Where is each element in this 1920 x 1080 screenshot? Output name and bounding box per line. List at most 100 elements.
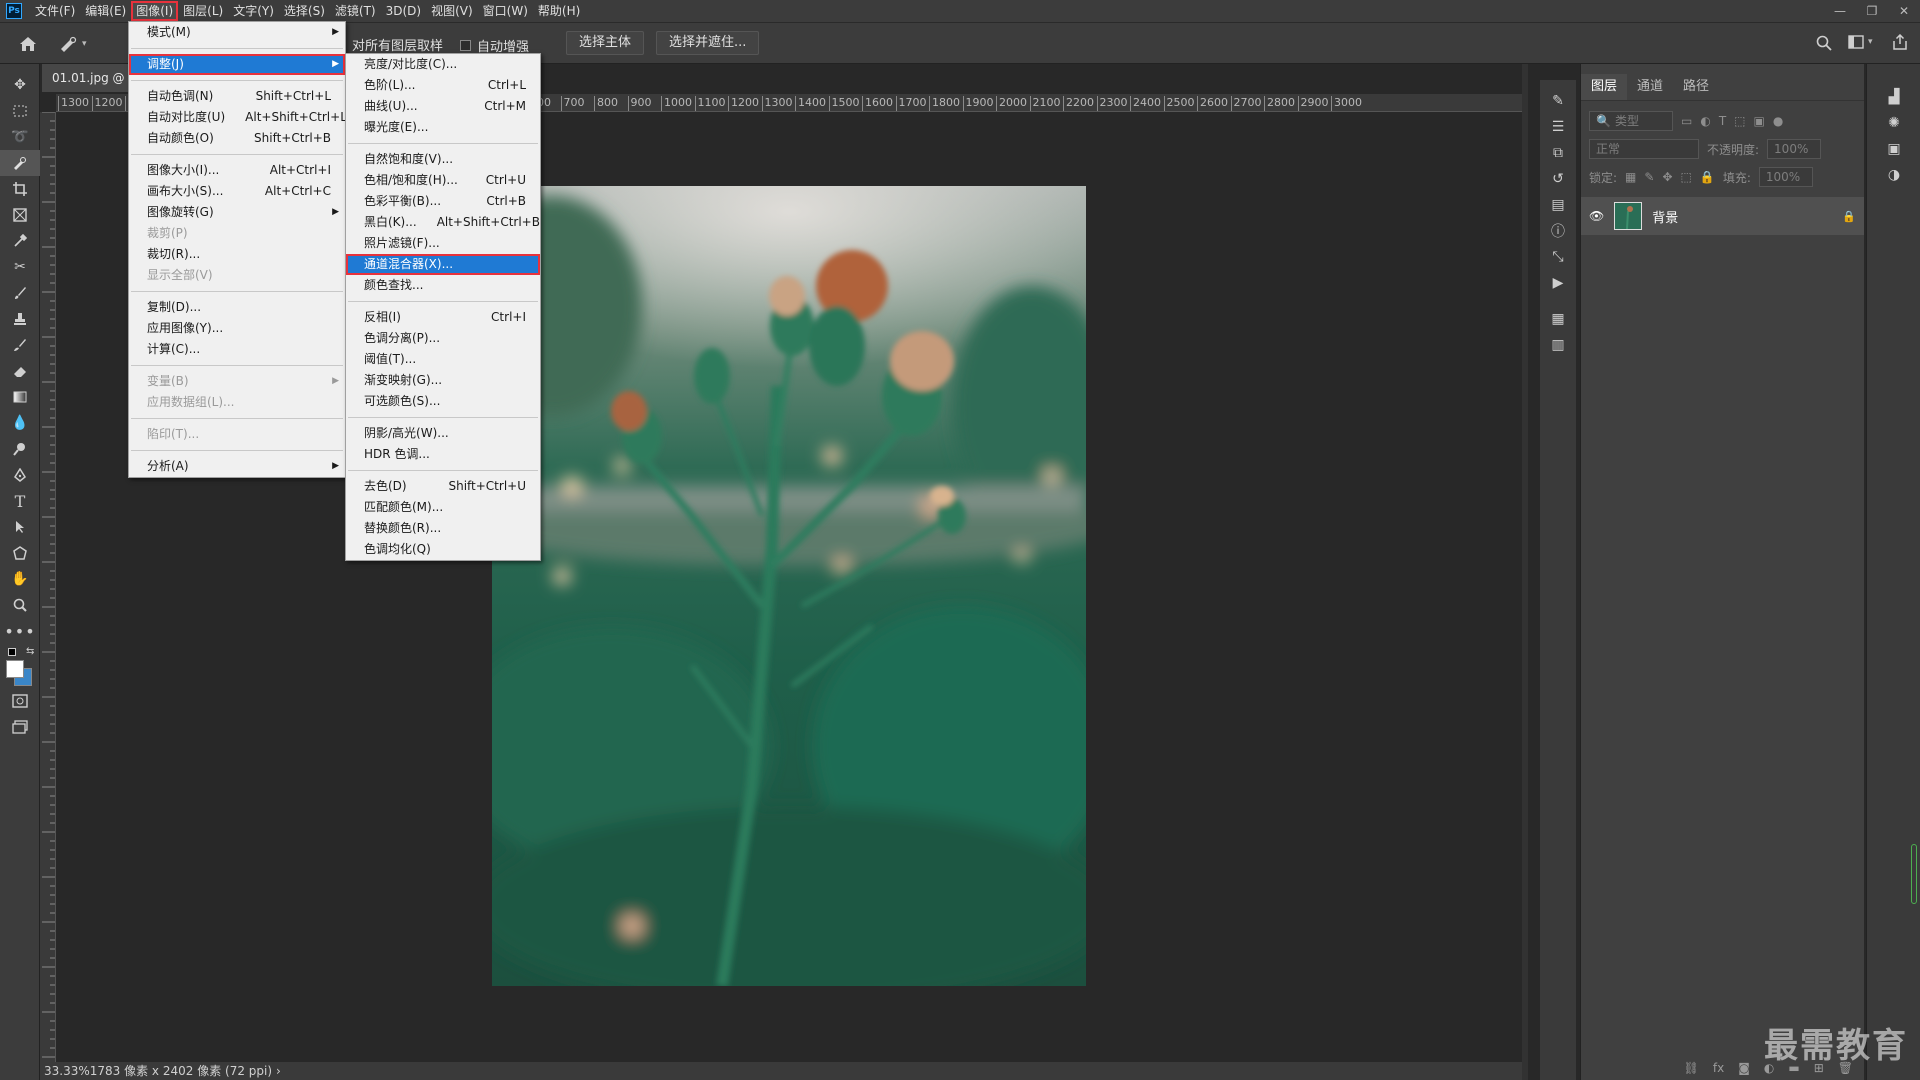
adjust-menu-item[interactable]: 曝光度(E)... xyxy=(346,117,540,138)
adjust-menu-item[interactable]: 去色(D) Shift+Ctrl+U xyxy=(346,476,540,497)
adjust-menu-item[interactable]: 颜色查找... xyxy=(346,275,540,296)
adjust-menu-item[interactable]: 反相(I) Ctrl+I xyxy=(346,307,540,328)
hand-tool-icon[interactable]: ✋ xyxy=(0,566,40,592)
document-image[interactable] xyxy=(492,186,1086,986)
adjust-menu-item[interactable]: 通道混合器(X)... xyxy=(346,254,540,275)
marquee-tool-icon[interactable] xyxy=(0,98,40,124)
brush-tool-icon[interactable] xyxy=(0,280,40,306)
adjust-menu-item[interactable]: 色调分离(P)... xyxy=(346,328,540,349)
libraries-icon[interactable]: ▦ xyxy=(1540,306,1576,332)
adjustments-sliders-icon[interactable]: ☰ xyxy=(1540,114,1576,140)
menu-file[interactable]: 文件(F) xyxy=(30,1,80,21)
color-icon[interactable]: ◑ xyxy=(1867,162,1920,188)
workspace-icon[interactable]: ▾ xyxy=(1848,35,1873,49)
swatches-icon[interactable]: ▣ xyxy=(1867,136,1920,162)
filter-toggle-icon[interactable]: ● xyxy=(1773,114,1783,128)
histogram-icon[interactable]: ▟ xyxy=(1867,84,1920,110)
adjust-menu-item[interactable]: 阴影/高光(W)... xyxy=(346,423,540,444)
image-menu-item[interactable]: 画布大小(S)... Alt+Ctrl+C xyxy=(129,181,345,202)
restore-icon[interactable]: ❐ xyxy=(1856,4,1888,18)
menu-view[interactable]: 视图(V) xyxy=(426,1,478,21)
gradient-tool-icon[interactable] xyxy=(0,384,40,410)
adjust-menu-item[interactable]: 色调均化(Q) xyxy=(346,539,540,560)
image-menu-item[interactable]: 计算(C)... xyxy=(129,339,345,360)
type-tool-icon[interactable]: T xyxy=(0,488,40,514)
menu-3d[interactable]: 3D(D) xyxy=(381,1,426,21)
select-and-mask-button[interactable]: 选择并遮住... xyxy=(656,31,760,55)
image-menu-item[interactable]: 分析(A) ▶ xyxy=(129,456,345,477)
tab-paths[interactable]: 路径 xyxy=(1673,74,1719,100)
adjust-menu-item[interactable]: HDR 色调... xyxy=(346,444,540,465)
image-menu-item[interactable]: 调整(J) ▶ xyxy=(129,54,345,75)
tab-channels[interactable]: 通道 xyxy=(1627,74,1673,100)
foreground-color-swatch[interactable] xyxy=(6,660,24,678)
filter-shape-icon[interactable]: ⬚ xyxy=(1734,114,1745,128)
blur-tool-icon[interactable]: 💧 xyxy=(0,410,40,436)
image-menu-item[interactable]: 应用图像(Y)... xyxy=(129,318,345,339)
filter-type-icon[interactable]: T xyxy=(1719,114,1726,128)
fill-input[interactable]: 100% xyxy=(1758,167,1813,187)
adjust-menu-item[interactable]: 黑白(K)... Alt+Shift+Ctrl+B xyxy=(346,212,540,233)
adjust-menu-item[interactable]: 色彩平衡(B)... Ctrl+B xyxy=(346,191,540,212)
adjust-menu-item[interactable]: 色阶(L)... Ctrl+L xyxy=(346,75,540,96)
menu-window[interactable]: 窗口(W) xyxy=(478,1,533,21)
screen-mode-icon[interactable] xyxy=(0,714,40,740)
history-brush-tool-icon[interactable] xyxy=(0,332,40,358)
quick-mask-icon[interactable] xyxy=(0,688,40,714)
lock-pixels-icon[interactable]: ✎ xyxy=(1644,170,1654,184)
menu-filter[interactable]: 滤镜(T) xyxy=(330,1,381,21)
adjust-menu-item[interactable]: 色相/饱和度(H)... Ctrl+U xyxy=(346,170,540,191)
add-mask-icon[interactable]: ◙ xyxy=(1738,1061,1750,1075)
shape-tool-icon[interactable] xyxy=(0,540,40,566)
menu-select[interactable]: 选择(S) xyxy=(279,1,330,21)
menu-edit[interactable]: 编辑(E) xyxy=(80,1,131,21)
brush-settings-icon[interactable]: ✎ xyxy=(1540,88,1576,114)
close-icon[interactable]: ✕ xyxy=(1888,4,1920,18)
info-icon[interactable]: ⓘ xyxy=(1540,218,1576,244)
eraser-tool-icon[interactable] xyxy=(0,358,40,384)
pen-tool-icon[interactable] xyxy=(0,462,40,488)
image-menu-item[interactable]: 复制(D)... xyxy=(129,297,345,318)
actions-play-icon[interactable]: ▶ xyxy=(1540,270,1576,296)
auto-enhance-check-box[interactable] xyxy=(460,40,471,51)
image-menu-item[interactable]: 自动色调(N) Shift+Ctrl+L xyxy=(129,86,345,107)
adjust-menu-item[interactable]: 替换颜色(R)... xyxy=(346,518,540,539)
healing-brush-tool-icon[interactable]: ✂ xyxy=(0,254,40,280)
image-menu-item[interactable]: 自动颜色(O) Shift+Ctrl+B xyxy=(129,128,345,149)
link-layers-icon[interactable]: ⛓ xyxy=(1684,1061,1699,1075)
adjust-menu-item[interactable]: 自然饱和度(V)... xyxy=(346,149,540,170)
visibility-eye-icon[interactable]: 👁 xyxy=(1589,209,1604,223)
blend-mode-dropdown[interactable]: 正常 xyxy=(1589,139,1699,159)
eyedropper-tool-icon[interactable] xyxy=(0,228,40,254)
filter-pixel-icon[interactable]: ▭ xyxy=(1681,114,1692,128)
scroll-indicator[interactable] xyxy=(1911,844,1917,904)
menu-layer[interactable]: 图层(L) xyxy=(178,1,228,21)
clone-source-icon[interactable]: ⧉ xyxy=(1540,140,1576,166)
adjust-menu-item[interactable]: 可选颜色(S)... xyxy=(346,391,540,412)
status-chevron-icon[interactable]: › xyxy=(276,1064,281,1078)
home-icon[interactable] xyxy=(14,33,42,55)
image-menu-item[interactable]: 自动对比度(U) Alt+Shift+Ctrl+L xyxy=(129,107,347,128)
lasso-tool-icon[interactable]: ➰ xyxy=(0,124,40,150)
adjust-menu-item[interactable]: 亮度/对比度(C)... xyxy=(346,54,540,75)
dodge-tool-icon[interactable] xyxy=(0,436,40,462)
filter-adjustment-icon[interactable]: ◐ xyxy=(1700,114,1710,128)
lock-artboard-icon[interactable]: ⬚ xyxy=(1681,170,1692,184)
quick-select-preset-icon[interactable]: ▾ xyxy=(58,33,98,55)
opacity-input[interactable]: 100% xyxy=(1767,139,1822,159)
image-menu-item[interactable]: 图像大小(I)... Alt+Ctrl+I xyxy=(129,160,345,181)
fx-icon[interactable]: fx xyxy=(1713,1061,1724,1075)
minimize-icon[interactable]: — xyxy=(1824,4,1856,18)
adjust-menu-item[interactable]: 曲线(U)... Ctrl+M xyxy=(346,96,540,117)
crop-tool-icon[interactable] xyxy=(0,176,40,202)
lock-position-icon[interactable]: ✥ xyxy=(1662,170,1672,184)
sample-all-layers-checkbox[interactable]: 对所有图层取样 xyxy=(352,35,443,54)
quick-selection-tool-icon[interactable] xyxy=(0,150,40,176)
image-menu-item[interactable]: 图像旋转(G) ▶ xyxy=(129,202,345,223)
menu-type[interactable]: 文字(Y) xyxy=(228,1,279,21)
path-selection-tool-icon[interactable] xyxy=(0,514,40,540)
navigator-icon[interactable]: ✺ xyxy=(1867,110,1920,136)
frame-tool-icon[interactable] xyxy=(0,202,40,228)
zoom-tool-icon[interactable] xyxy=(0,592,40,618)
paths-icon[interactable]: ⤡ xyxy=(1540,244,1576,270)
